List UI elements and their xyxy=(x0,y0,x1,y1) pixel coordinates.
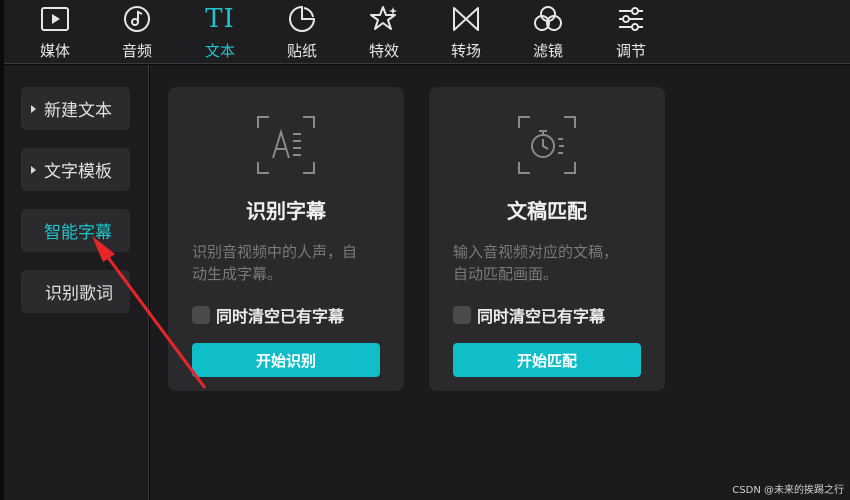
card-description-line: 识别音视频中的人声，自 xyxy=(192,243,358,261)
csdn-watermark: CSDN @未来的挨踢之行 xyxy=(732,485,844,496)
clear-subtitles-checkbox[interactable] xyxy=(192,306,210,324)
sidebar-item-recognize-lyrics[interactable]: 识别歌词 xyxy=(21,270,130,313)
tab-adjust-label: 调节 xyxy=(615,42,646,60)
card-description-line: 输入音视频对应的文稿， xyxy=(453,243,619,261)
expand-triangle-icon xyxy=(31,104,36,113)
text-category-sidebar: 新建文本 文字模板 智能字幕 识别歌词 xyxy=(4,65,149,500)
recognize-subtitles-card: 识别字幕 识别音视频中的人声，自 动生成字幕。 同时清空已有字幕 开始识别 xyxy=(168,87,404,391)
expand-triangle-icon xyxy=(31,165,36,174)
subtitle-recognition-icon xyxy=(257,116,315,174)
bowtie-transition-icon xyxy=(449,4,483,34)
tab-adjust[interactable]: 调节 xyxy=(596,0,666,64)
checkbox-label: 同时清空已有字幕 xyxy=(477,307,606,326)
tab-text[interactable]: TI 文本 xyxy=(185,0,255,64)
clear-existing-subtitles-option[interactable]: 同时清空已有字幕 xyxy=(192,303,344,327)
card-title: 识别字幕 xyxy=(246,199,326,223)
tab-sticker-label: 贴纸 xyxy=(286,42,317,60)
tab-effects-label: 特效 xyxy=(368,42,399,60)
sidebar-item-label: 识别歌词 xyxy=(45,284,113,304)
sidebar-item-smart-subtitles[interactable]: 智能字幕 xyxy=(21,209,130,252)
sidebar-item-label: 智能字幕 xyxy=(44,223,112,243)
tab-sticker[interactable]: 贴纸 xyxy=(267,0,337,64)
sidebar-item-text-templates[interactable]: 文字模板 xyxy=(21,148,130,191)
script-matching-card: 文稿匹配 输入音视频对应的文稿， 自动匹配画面。 同时清空已有字幕 开始匹配 xyxy=(429,87,665,391)
tab-audio-label: 音频 xyxy=(121,42,152,60)
card-title: 文稿匹配 xyxy=(507,199,587,223)
text-ti-icon: TI xyxy=(203,4,237,34)
text-ti-icon-glyph: TI xyxy=(205,4,235,34)
tab-audio[interactable]: 音频 xyxy=(102,0,172,64)
tab-text-label: 文本 xyxy=(204,42,235,60)
card-description: 输入音视频对应的文稿， 自动匹配画面。 xyxy=(453,241,648,285)
tab-transition[interactable]: 转场 xyxy=(431,0,501,64)
tab-filter-label: 滤镜 xyxy=(532,42,563,60)
tab-transition-label: 转场 xyxy=(450,42,481,60)
filter-circles-icon xyxy=(531,4,565,34)
card-description: 识别音视频中的人声，自 动生成字幕。 xyxy=(192,241,387,285)
card-description-line: 动生成字幕。 xyxy=(192,265,283,283)
music-note-icon xyxy=(120,4,154,34)
sparkle-star-icon xyxy=(367,4,401,34)
card-description-line: 自动匹配画面。 xyxy=(453,265,559,283)
smart-subtitle-panel: 识别字幕 识别音视频中的人声，自 动生成字幕。 同时清空已有字幕 开始识别 文稿… xyxy=(150,65,850,500)
checkbox-label: 同时清空已有字幕 xyxy=(216,307,345,326)
sliders-adjust-icon xyxy=(614,4,648,34)
start-matching-button[interactable]: 开始匹配 xyxy=(453,343,641,377)
tab-effects[interactable]: 特效 xyxy=(349,0,419,64)
clear-existing-subtitles-option[interactable]: 同时清空已有字幕 xyxy=(453,303,605,327)
media-play-icon xyxy=(38,4,72,34)
clear-subtitles-checkbox[interactable] xyxy=(453,306,471,324)
sidebar-item-label: 文字模板 xyxy=(44,162,112,182)
tab-filter[interactable]: 滤镜 xyxy=(513,0,583,64)
sidebar-item-new-text[interactable]: 新建文本 xyxy=(21,87,130,130)
start-recognition-button[interactable]: 开始识别 xyxy=(192,343,380,377)
timer-match-icon xyxy=(518,116,576,174)
top-toolbar: 媒体 音频 TI 文本 贴纸 特效 转场 滤镜 调节 xyxy=(4,0,850,64)
sticker-icon xyxy=(285,4,319,34)
tab-media[interactable]: 媒体 xyxy=(20,0,90,64)
tab-media-label: 媒体 xyxy=(39,42,70,60)
sidebar-item-label: 新建文本 xyxy=(44,101,112,121)
